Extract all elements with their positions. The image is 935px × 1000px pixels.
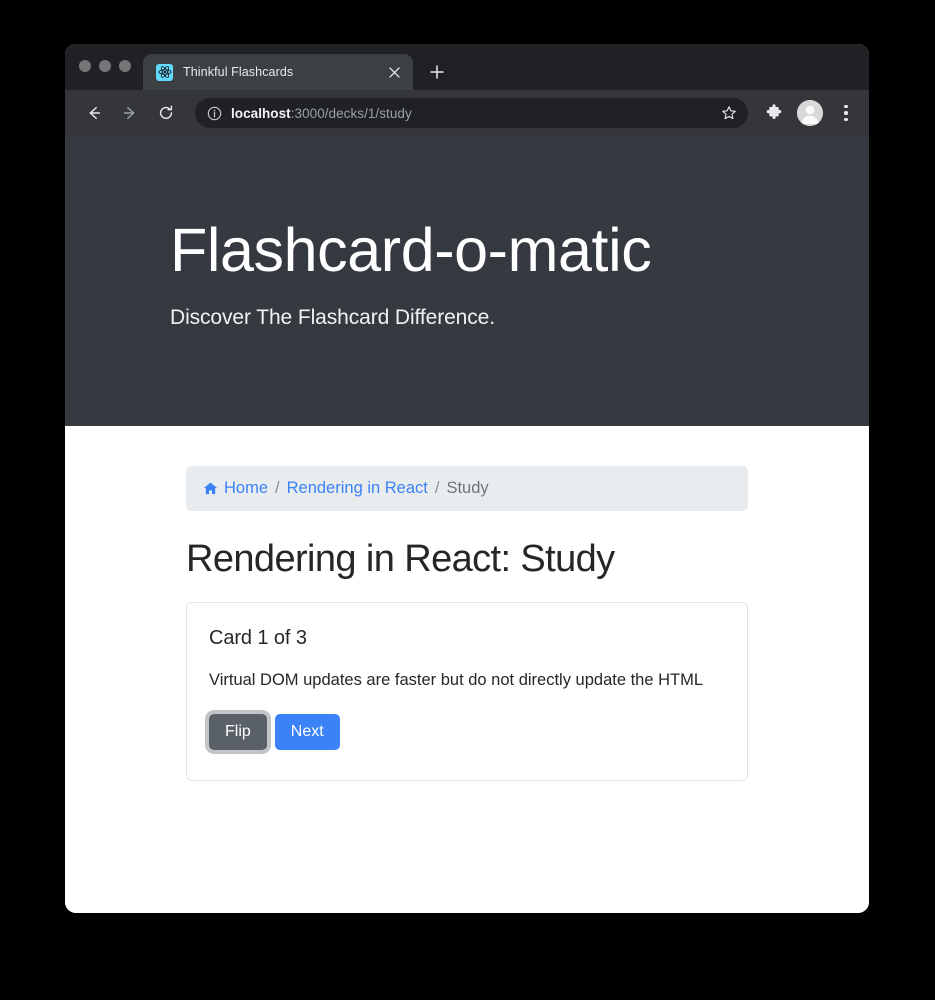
url-host: localhost bbox=[231, 105, 291, 121]
address-bar[interactable]: localhost:3000/decks/1/study bbox=[195, 98, 748, 128]
breadcrumb-home-label: Home bbox=[224, 479, 269, 497]
page-viewport: Flashcard-o-matic Discover The Flashcard… bbox=[65, 136, 869, 913]
flip-button[interactable]: Flip bbox=[209, 713, 267, 751]
menu-dot bbox=[844, 104, 848, 109]
card-button-row: Flip Next bbox=[209, 713, 725, 751]
window-traffic-lights bbox=[79, 44, 131, 90]
puzzle-piece-icon[interactable] bbox=[760, 99, 788, 127]
card-counter: Card 1 of 3 bbox=[209, 627, 307, 649]
jumbotron-header: Flashcard-o-matic Discover The Flashcard… bbox=[65, 136, 869, 426]
card-content: Virtual DOM updates are faster but do no… bbox=[209, 671, 704, 689]
three-dot-menu-icon[interactable] bbox=[833, 98, 859, 128]
url-path: :3000/decks/1/study bbox=[290, 105, 412, 121]
browser-toolbar: localhost:3000/decks/1/study bbox=[65, 90, 869, 136]
study-card: Card 1 of 3 Virtual DOM updates are fast… bbox=[186, 602, 748, 782]
page-body: Home / Rendering in React / Study Render… bbox=[65, 426, 869, 782]
breadcrumb-separator: / bbox=[434, 479, 440, 497]
react-logo-icon bbox=[156, 63, 173, 81]
next-button[interactable]: Next bbox=[274, 713, 340, 751]
app-title: Flashcard-o-matic bbox=[170, 216, 652, 284]
tab-title: Thinkful Flashcards bbox=[183, 65, 294, 79]
content-container: Home / Rendering in React / Study Render… bbox=[186, 466, 748, 782]
breadcrumb-item-current: Study bbox=[446, 479, 489, 497]
new-tab-button[interactable] bbox=[423, 58, 451, 86]
browser-window: Thinkful Flashcards localhost:3000/decks… bbox=[65, 44, 869, 913]
reload-button[interactable] bbox=[151, 98, 181, 128]
breadcrumb: Home / Rendering in React / Study bbox=[186, 466, 748, 511]
home-icon bbox=[203, 481, 218, 496]
window-maximize-button[interactable] bbox=[119, 60, 131, 72]
star-icon[interactable] bbox=[716, 100, 742, 126]
page-title: Rendering in React: Study bbox=[186, 538, 615, 580]
breadcrumb-item-home[interactable]: Home bbox=[203, 479, 268, 498]
back-button[interactable] bbox=[79, 98, 109, 128]
browser-tab-thinkful-flashcards[interactable]: Thinkful Flashcards bbox=[143, 54, 413, 90]
forward-button[interactable] bbox=[115, 98, 145, 128]
breadcrumb-separator: / bbox=[275, 479, 280, 497]
menu-dot bbox=[844, 111, 848, 115]
menu-dot bbox=[844, 117, 848, 122]
address-bar-url: localhost:3000/decks/1/study bbox=[231, 106, 707, 121]
window-close-button[interactable] bbox=[79, 60, 91, 72]
app-subtitle: Discover The Flashcard Difference. bbox=[170, 305, 495, 329]
window-minimize-button[interactable] bbox=[99, 60, 111, 72]
info-circle-icon[interactable] bbox=[207, 106, 222, 121]
close-icon[interactable] bbox=[385, 63, 403, 81]
breadcrumb-item-deck[interactable]: Rendering in React bbox=[287, 479, 428, 498]
tab-strip: Thinkful Flashcards bbox=[65, 44, 869, 90]
avatar[interactable] bbox=[797, 100, 823, 126]
